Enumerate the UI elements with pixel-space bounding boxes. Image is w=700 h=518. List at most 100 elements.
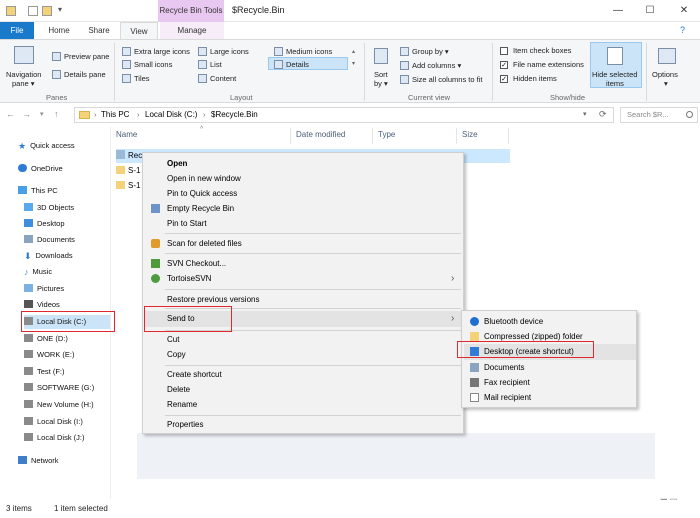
sidebar-item-desktop[interactable]: Desktop [24, 217, 65, 231]
sidebar-item-drive-d[interactable]: ONE (D:) [24, 332, 68, 346]
menu-item-restore-versions[interactable]: Restore previous versions [167, 292, 259, 307]
column-separator[interactable] [508, 128, 509, 144]
menu-separator [165, 415, 461, 416]
options-button[interactable]: Options [652, 70, 678, 79]
breadcrumb-this-pc[interactable]: This PC [101, 110, 129, 119]
tab-view[interactable]: View [120, 22, 158, 39]
forward-button[interactable]: → [22, 109, 31, 119]
sidebar-item-drive-g[interactable]: SOFTWARE (G:) [24, 381, 94, 395]
size-all-columns-button[interactable]: Size all columns to fit [412, 75, 482, 84]
ribbon-separator [114, 43, 115, 101]
menu-item-open[interactable]: Open [167, 156, 187, 171]
column-header-type[interactable]: Type [378, 130, 395, 139]
send-to-documents[interactable]: Documents [484, 360, 524, 375]
small-icons-option[interactable]: Small icons [134, 60, 172, 69]
panes-group-label: Panes [46, 93, 68, 102]
sidebar-item-music[interactable]: ♪ Music [24, 265, 52, 279]
menu-item-create-shortcut[interactable]: Create shortcut [167, 367, 222, 382]
column-header-date[interactable]: Date modified [296, 130, 345, 139]
large-icons-option[interactable]: Large icons [210, 47, 249, 56]
options-icon[interactable] [658, 48, 676, 64]
sort-by-button-2[interactable]: by ▾ [374, 79, 388, 88]
sidebar-item-3d-objects[interactable]: 3D Objects [24, 201, 74, 215]
minimize-button[interactable]: — [608, 4, 628, 18]
sidebar-item-documents[interactable]: Documents [24, 233, 75, 247]
sidebar-item-drive-i[interactable]: Local Disk (I:) [24, 415, 83, 429]
menu-item-empty-recycle-bin[interactable]: Empty Recycle Bin [167, 201, 234, 216]
sidebar-item-drive-e[interactable]: WORK (E:) [24, 348, 75, 362]
group-by-button[interactable]: Group by ▾ [412, 47, 449, 56]
content-option[interactable]: Content [210, 74, 236, 83]
item-checkboxes-checkbox[interactable] [500, 47, 508, 55]
menu-item-svn-checkout[interactable]: SVN Checkout... [167, 256, 226, 271]
sidebar-item-drive-h[interactable]: New Volume (H:) [24, 398, 94, 412]
medium-icons-option[interactable]: Medium icons [286, 47, 332, 56]
send-to-bluetooth[interactable]: Bluetooth device [484, 314, 543, 329]
tiles-option[interactable]: Tiles [134, 74, 150, 83]
details-pane-button[interactable]: Details pane [64, 70, 106, 79]
empty-recycle-bin-icon [151, 204, 160, 213]
up-button[interactable]: ↑ [54, 109, 59, 119]
column-separator[interactable] [456, 128, 457, 144]
help-icon[interactable]: ? [680, 25, 685, 35]
list-option[interactable]: List [210, 60, 222, 69]
search-icon[interactable] [686, 111, 693, 118]
preview-pane-button[interactable]: Preview pane [64, 52, 109, 61]
new-folder-icon[interactable] [42, 6, 52, 16]
layout-scroll-icon[interactable]: ▴ ▾ [352, 46, 355, 70]
send-to-fax-recipient[interactable]: Fax recipient [484, 375, 530, 390]
menu-item-scan-deleted[interactable]: Scan for deleted files [167, 236, 242, 251]
sidebar-item-pictures[interactable]: Pictures [24, 282, 64, 296]
menu-item-copy[interactable]: Copy [167, 347, 186, 362]
tortoisesvn-icon [151, 274, 160, 283]
sidebar-item-downloads[interactable]: ⬇ Downloads [24, 249, 73, 263]
navigation-pane-button[interactable]: Navigation [6, 70, 41, 79]
send-to-mail-recipient[interactable]: Mail recipient [484, 390, 531, 405]
sidebar-item-network[interactable]: Network [18, 454, 59, 468]
sort-by-icon[interactable] [374, 48, 388, 64]
menu-item-tortoisesvn[interactable]: TortoiseSVN [167, 271, 211, 286]
recent-locations-button[interactable]: ▾ [40, 110, 44, 118]
navigation-pane-icon[interactable] [14, 46, 34, 64]
breadcrumb-local-disk-c[interactable]: Local Disk (C:) [145, 110, 197, 119]
address-box[interactable]: › This PC › Local Disk (C:) › $Recycle.B… [74, 107, 614, 123]
navigation-pane-button-2[interactable]: pane ▾ [12, 79, 35, 88]
menu-item-open-new-window[interactable]: Open in new window [167, 171, 241, 186]
tab-home[interactable]: Home [40, 22, 78, 39]
column-separator[interactable] [372, 128, 373, 144]
tab-share[interactable]: Share [80, 22, 118, 39]
menu-item-rename[interactable]: Rename [167, 397, 197, 412]
menu-item-pin-start[interactable]: Pin to Start [167, 216, 207, 231]
close-button[interactable]: ✕ [674, 4, 694, 18]
properties-icon[interactable] [28, 6, 38, 16]
maximize-button[interactable]: ☐ [640, 4, 660, 18]
sidebar-item-quick-access[interactable]: ★ Quick access [18, 139, 75, 153]
refresh-button[interactable]: ⟳ [599, 109, 607, 120]
back-button[interactable]: ← [6, 109, 15, 119]
sidebar-item-onedrive[interactable]: OneDrive [18, 162, 63, 176]
menu-item-cut[interactable]: Cut [167, 332, 179, 347]
sidebar-item-this-pc[interactable]: This PC [18, 184, 58, 198]
customize-qat-icon[interactable]: ▾ [58, 5, 62, 14]
menu-item-properties[interactable]: Properties [167, 417, 203, 432]
details-option[interactable]: Details [286, 60, 309, 69]
tab-file[interactable]: File [0, 22, 34, 39]
extra-large-icons-option[interactable]: Extra large icons [134, 47, 190, 56]
preview-pane-icon [52, 52, 61, 61]
column-separator[interactable] [290, 128, 291, 144]
column-header-size[interactable]: Size [462, 130, 478, 139]
hidden-items-checkbox[interactable]: ✓ [500, 75, 508, 83]
sidebar-item-drive-j[interactable]: Local Disk (J:) [24, 431, 85, 445]
column-header-name[interactable]: Name [116, 130, 137, 139]
file-extensions-checkbox[interactable]: ✓ [500, 61, 508, 69]
breadcrumb-recycle-bin[interactable]: $Recycle.Bin [211, 110, 258, 119]
menu-item-pin-quick-access[interactable]: Pin to Quick access [167, 186, 237, 201]
sidebar-item-videos[interactable]: Videos [24, 298, 60, 312]
options-button-2[interactable]: ▾ [664, 79, 668, 88]
add-columns-button[interactable]: Add columns ▾ [412, 61, 461, 70]
sort-by-button[interactable]: Sort [374, 70, 388, 79]
tab-manage[interactable]: Manage [160, 22, 224, 39]
menu-item-delete[interactable]: Delete [167, 382, 190, 397]
address-dropdown-button[interactable]: ▾ [583, 110, 587, 118]
sidebar-item-drive-f[interactable]: Test (F:) [24, 365, 65, 379]
